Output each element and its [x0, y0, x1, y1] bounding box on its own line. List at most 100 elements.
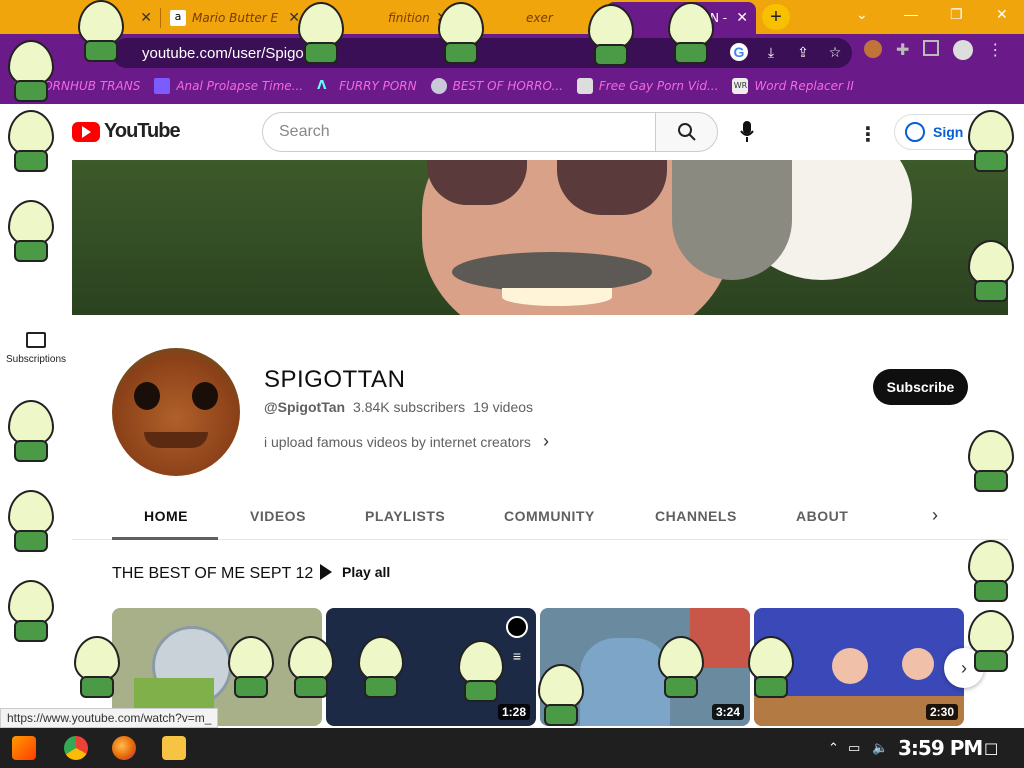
youtube-header: YouTube Search ⋮ Sign: [0, 104, 1024, 160]
avatar-mouth: [144, 432, 208, 448]
search-button[interactable]: [655, 112, 718, 152]
banner-mustache: [452, 252, 652, 292]
puzzle-icon: [576, 78, 593, 94]
banner-hair: [672, 160, 792, 280]
tab-videos[interactable]: VIDEOS: [250, 508, 306, 524]
chevron-down-icon[interactable]: ⌄: [856, 6, 868, 23]
globe-icon: [430, 78, 447, 94]
peridot-overlay: [960, 240, 1022, 302]
peridot-overlay: [350, 636, 412, 698]
start-icon[interactable]: [12, 736, 36, 760]
lambda-icon: Λ: [317, 78, 327, 92]
video-duration: 1:28: [497, 704, 530, 720]
omnibox-icons: G ⤓ ⇪ ☆: [730, 43, 844, 61]
share-icon[interactable]: ⇪: [794, 43, 812, 61]
channel-banner: [72, 160, 1008, 315]
bookmark-item[interactable]: Free Gay Porn Vid...: [576, 78, 718, 94]
subscriber-count: 3.84K subscribers: [353, 399, 466, 415]
tab-home[interactable]: HOME: [144, 508, 188, 524]
peridot-overlay: [290, 2, 352, 64]
restore-icon[interactable]: ❐: [950, 6, 963, 23]
tab-about[interactable]: ABOUT: [796, 508, 848, 524]
watch-later-icon[interactable]: [506, 616, 528, 638]
bookmarks-bar: PORNHUB TRANS Anal Prolapse Time... Λ FUR…: [0, 70, 1024, 102]
channel-avatar: [112, 348, 240, 476]
play-all-button[interactable]: Play all: [320, 564, 390, 580]
bookmark-item[interactable]: Anal Prolapse Time...: [154, 78, 303, 94]
peridot-overlay: [650, 636, 712, 698]
tab-separator: [160, 8, 161, 28]
peridot-overlay: [0, 580, 62, 642]
bookmark-item[interactable]: WR Word Replacer II: [732, 78, 854, 94]
peridot-overlay: [960, 540, 1022, 602]
search-input[interactable]: Search: [262, 112, 656, 152]
network-icon[interactable]: ▭: [848, 740, 860, 756]
peridot-overlay: [280, 636, 342, 698]
amazon-icon: a: [170, 10, 186, 26]
tab-playlists[interactable]: PLAYLISTS: [365, 508, 445, 524]
bookmark-item[interactable]: Λ FURRY PORN: [317, 78, 417, 94]
bookmark-icon: [154, 78, 171, 94]
new-tab-button[interactable]: +: [762, 4, 790, 30]
file-explorer-icon[interactable]: [162, 736, 186, 760]
peridot-overlay: [220, 636, 282, 698]
puzzle-icon[interactable]: ✚: [896, 40, 909, 60]
peridot-overlay: [960, 110, 1022, 172]
peridot-overlay: [960, 430, 1022, 492]
channel-meta: @SpigotTan 3.84K subscribers 19 videos: [264, 399, 533, 415]
peridot-overlay: [580, 4, 642, 66]
chevron-up-icon[interactable]: ⌃: [828, 740, 839, 756]
star-icon[interactable]: ☆: [826, 43, 844, 61]
channel-name: SPIGOTTAN: [264, 366, 406, 393]
thumbnail-character: [832, 648, 868, 684]
side-panel-icon[interactable]: [923, 40, 940, 56]
notification-icon[interactable]: ☐: [984, 740, 998, 760]
address-bar-row: youtube.com/user/Spigo G ⤓ ⇪ ☆ ✚ ⋮: [0, 34, 1024, 70]
search-icon: [677, 123, 696, 141]
youtube-logo[interactable]: YouTube: [72, 120, 181, 143]
chevron-right-icon[interactable]: ›: [932, 505, 938, 526]
video-duration: 2:30: [925, 704, 958, 720]
peridot-overlay: [0, 40, 62, 102]
install-icon[interactable]: ⤓: [762, 43, 780, 61]
peridot-overlay: [0, 110, 62, 172]
account-icon[interactable]: [953, 40, 974, 60]
extensions-area: ✚ ⋮: [864, 40, 1003, 60]
voice-search-button[interactable]: [734, 118, 760, 146]
youtube-play-icon: [72, 121, 100, 142]
menu-icon[interactable]: ⋮: [987, 40, 1003, 60]
tab-channels[interactable]: CHANNELS: [655, 508, 737, 524]
account-circle-icon: [905, 122, 925, 142]
peridot-overlay: [740, 636, 802, 698]
video-duration: 3:24: [711, 704, 744, 720]
channel-description[interactable]: i upload famous videos by internet creat…: [264, 431, 549, 452]
play-icon: [320, 564, 332, 580]
peridot-overlay: [430, 2, 492, 64]
video-count: 19 videos: [473, 399, 534, 415]
close-icon[interactable]: ✕: [140, 10, 152, 26]
channel-tabs: HOME VIDEOS PLAYLISTS COMMUNITY CHANNELS…: [72, 493, 1008, 540]
clock[interactable]: 3:59 PM: [898, 736, 983, 760]
chrome-icon[interactable]: [64, 736, 88, 760]
settings-menu-icon[interactable]: ⋮: [858, 122, 878, 147]
peridot-overlay: [66, 636, 128, 698]
status-bar-url: https://www.youtube.com/watch?v=m_: [0, 708, 219, 728]
minimize-icon[interactable]: —: [904, 6, 918, 22]
google-icon[interactable]: G: [730, 43, 748, 61]
close-icon[interactable]: ✕: [736, 10, 748, 26]
tab-community[interactable]: COMMUNITY: [504, 508, 595, 524]
tab-2[interactable]: a Mario Butter E ✕: [162, 2, 308, 34]
bookmark-item[interactable]: BEST OF HORRO...: [430, 78, 563, 94]
thumbnail-character: [902, 648, 934, 680]
chevron-right-icon: ›: [542, 431, 549, 451]
subscribe-button[interactable]: Subscribe: [873, 369, 968, 405]
profile-extension-icon[interactable]: [864, 40, 882, 58]
peridot-overlay: [530, 664, 592, 726]
peridot-overlay: [0, 400, 62, 462]
rail-item-subscriptions[interactable]: Subscriptions: [0, 332, 72, 365]
close-window-icon[interactable]: ✕: [996, 6, 1008, 23]
volume-icon[interactable]: 🔈: [872, 740, 888, 756]
firefox-icon[interactable]: [112, 736, 136, 760]
subscriptions-icon: [26, 332, 46, 348]
peridot-overlay: [70, 0, 132, 62]
